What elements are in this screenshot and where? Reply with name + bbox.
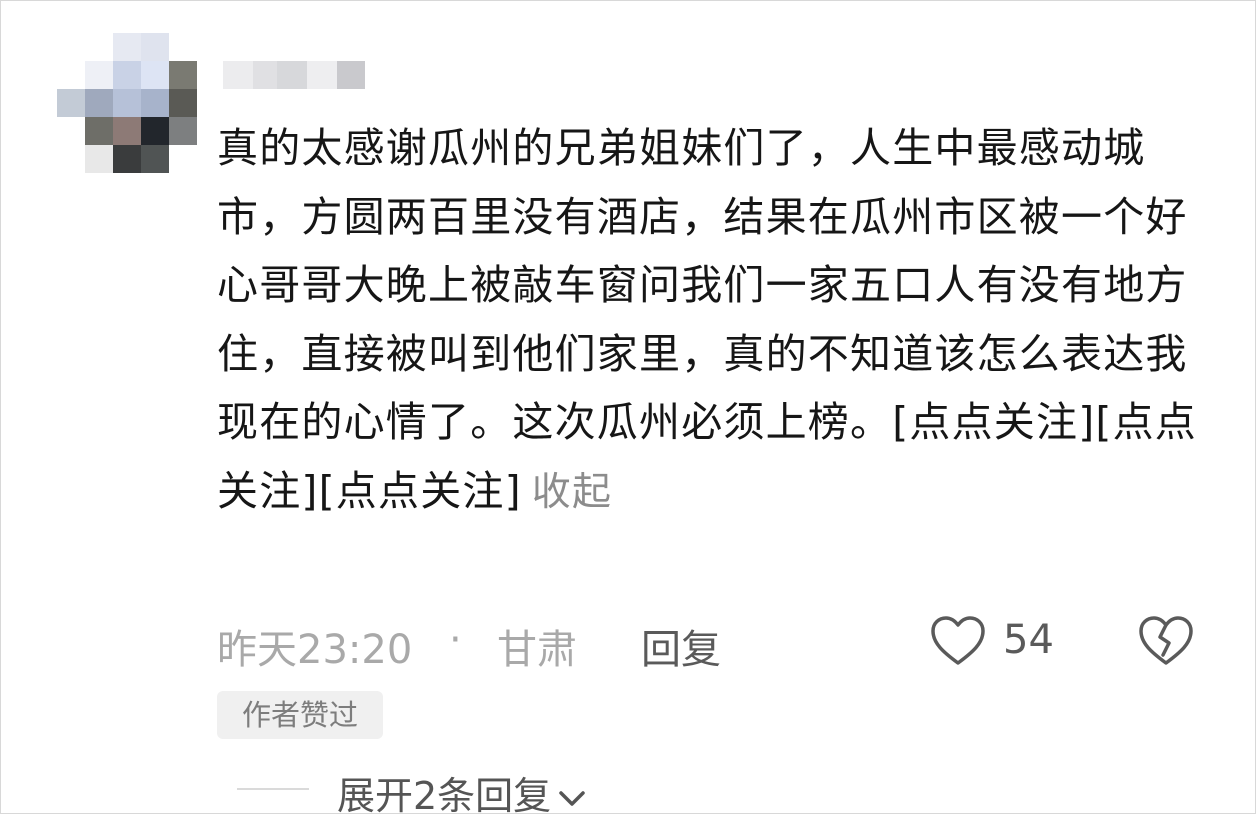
comment-location: 甘肃 (497, 627, 577, 673)
comment-meta-row: 昨天23:20 · 甘肃 回复 54 (217, 613, 1217, 673)
chevron-down-icon (559, 790, 585, 806)
reply-button[interactable]: 回复 (641, 617, 721, 675)
broken-heart-icon[interactable] (1137, 615, 1195, 667)
expand-replies-row: 展开2条回复 (237, 761, 937, 820)
divider-line (237, 788, 309, 790)
username-blurred[interactable] (223, 61, 365, 89)
comment-text: 真的太感谢瓜州的兄弟姐妹们了，人生中最感动城市，方圆两百里没有酒店，结果在瓜州市… (217, 124, 1197, 515)
like-count: 54 (1003, 617, 1054, 663)
avatar[interactable] (57, 33, 197, 173)
expand-replies-label: 展开2条回复 (337, 774, 552, 818)
heart-outline-icon[interactable] (929, 615, 987, 667)
meta-separator: · (449, 617, 462, 663)
comment-body: 真的太感谢瓜州的兄弟姐妹们了，人生中最感动城市，方圆两百里没有酒店，结果在瓜州市… (217, 114, 1217, 528)
comment-timestamp: 昨天23:20 (217, 627, 413, 673)
comment-card: 真的太感谢瓜州的兄弟姐妹们了，人生中最感动城市，方圆两百里没有酒店，结果在瓜州市… (0, 0, 1256, 820)
collapse-button[interactable]: 收起 (532, 470, 612, 515)
expand-replies-button[interactable]: 展开2条回复 (337, 765, 587, 820)
author-liked-badge: 作者赞过 (217, 691, 383, 739)
